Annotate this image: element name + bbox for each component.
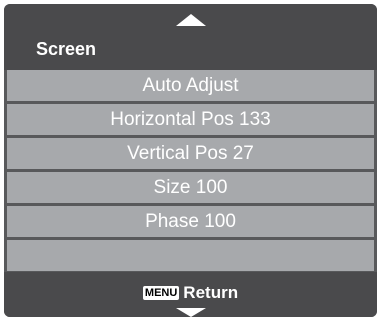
menu-title: Screen <box>36 39 97 59</box>
menu-item-horizontal-pos[interactable]: Horizontal Pos 133 <box>7 104 374 135</box>
return-button[interactable]: MENU Return <box>4 283 377 303</box>
triangle-up-icon[interactable] <box>176 14 206 26</box>
return-label: Return <box>183 283 239 302</box>
osd-header: Screen <box>4 4 377 70</box>
osd-footer: MENU Return <box>4 272 377 317</box>
menu-list: Auto Adjust Horizontal Pos 133 Vertical … <box>7 70 374 274</box>
osd-menu: Screen Auto Adjust Horizontal Pos 133 Ve… <box>4 4 377 317</box>
menu-item-phase[interactable]: Phase 100 <box>7 206 374 237</box>
menu-key-icon: MENU <box>142 286 180 300</box>
menu-item-size[interactable]: Size 100 <box>7 172 374 203</box>
triangle-down-icon[interactable] <box>176 308 206 317</box>
menu-item-empty <box>7 240 374 271</box>
menu-item-auto-adjust[interactable]: Auto Adjust <box>7 70 374 101</box>
menu-item-vertical-pos[interactable]: Vertical Pos 27 <box>7 138 374 169</box>
